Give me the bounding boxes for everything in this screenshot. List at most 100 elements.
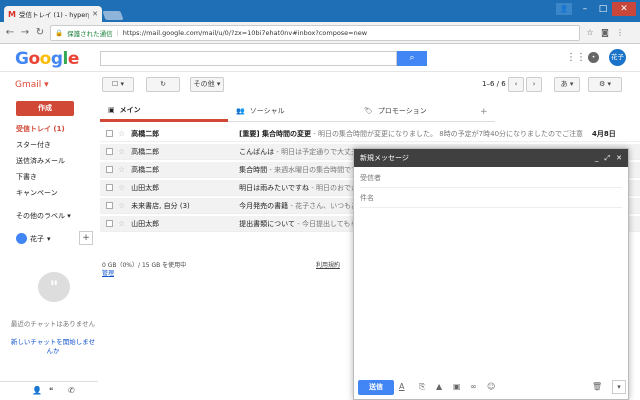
add-tab-plus-icon[interactable]: +: [480, 107, 488, 117]
next-page-button[interactable]: ›: [526, 77, 542, 92]
tab-title: 受信トレイ (1) - hyperpra: [18, 11, 89, 19]
row-checkbox[interactable]: [106, 148, 113, 155]
compose-window: 新規メッセージ _ ⤢ ✕ 受信者 件名 送信 A ⎘ ▲ ▣ ∞ ☺ 🗑 ▾: [353, 148, 629, 400]
settings-button[interactable]: ⚙ ▾: [588, 77, 622, 92]
gmail-menu[interactable]: Gmail ▾: [15, 80, 49, 90]
format-text-icon[interactable]: A: [399, 382, 404, 391]
more-options-button[interactable]: ▾: [612, 380, 626, 394]
refresh-icon: ↻: [160, 80, 166, 88]
send-button[interactable]: 送信: [358, 380, 394, 395]
star-icon[interactable]: ☆: [118, 201, 125, 210]
star-icon[interactable]: ☆: [118, 147, 125, 156]
secure-label: 保護された通信: [67, 30, 113, 38]
row-snippet: - 明日のおでか: [308, 183, 358, 192]
compose-button[interactable]: 作成: [16, 101, 74, 116]
more-actions-button[interactable]: その他 ▾: [190, 77, 224, 92]
contacts-icon[interactable]: 👤: [32, 386, 42, 395]
prev-page-button[interactable]: ‹: [508, 77, 524, 92]
row-snippet: - 明日は予定通りで大丈夫: [274, 147, 359, 156]
row-checkbox[interactable]: [106, 130, 113, 137]
message-body[interactable]: [360, 211, 622, 375]
select-checkbox-dropdown[interactable]: ☐ ▾: [102, 77, 134, 92]
maximize-button[interactable]: □: [592, 2, 614, 16]
photo-icon[interactable]: ▣: [453, 382, 461, 391]
notifications-icon[interactable]: •: [588, 52, 599, 63]
sidebar-item-drafts[interactable]: 下書き: [16, 172, 37, 182]
user-avatar-icon: [16, 233, 27, 244]
manage-storage-link[interactable]: 管理: [102, 268, 114, 277]
subject-field[interactable]: 件名: [360, 188, 622, 208]
to-field[interactable]: 受信者: [360, 168, 622, 188]
forward-arrow-icon[interactable]: →: [18, 25, 32, 41]
chevron-down-icon: ▾: [617, 383, 621, 391]
browser-tab[interactable]: M 受信トレイ (1) - hyperpra ✕: [4, 6, 102, 22]
tag-icon: 🏷: [364, 107, 373, 115]
input-tools-button[interactable]: あ ▾: [554, 77, 580, 92]
expand-icon[interactable]: ⤢: [605, 154, 611, 163]
row-sender: 高橋二郎: [131, 147, 160, 156]
inbox-icon: ▣: [108, 105, 115, 114]
row-sender: 未来書店, 自分 (3): [131, 201, 190, 210]
row-sender: 高橋二郎: [131, 165, 160, 174]
row-checkbox[interactable]: [106, 184, 113, 191]
star-icon[interactable]: ☆: [118, 219, 125, 228]
bookmark-star-icon[interactable]: ☆: [584, 27, 596, 39]
emoji-icon[interactable]: ☺: [487, 382, 495, 391]
row-checkbox[interactable]: [106, 202, 113, 209]
sidebar-item-sent[interactable]: 送信済みメール: [16, 156, 65, 166]
minimize-icon[interactable]: _: [595, 154, 599, 162]
trash-icon[interactable]: 🗑: [592, 382, 602, 391]
hangouts-icon[interactable]: ❝: [49, 386, 53, 395]
tab-primary[interactable]: ▣ メイン: [100, 100, 228, 122]
close-window-button[interactable]: ✕: [612, 2, 636, 16]
avatar[interactable]: 花子: [609, 49, 626, 66]
back-arrow-icon[interactable]: ←: [3, 25, 17, 41]
other-labels-toggle[interactable]: その他のラベル ▾: [16, 211, 71, 221]
start-chat-link[interactable]: 新しいチャットを開始しませんか: [10, 338, 96, 356]
tab-social[interactable]: 👥 ソーシャル: [228, 100, 356, 122]
search-input[interactable]: [100, 51, 397, 66]
no-chat-text: 最近のチャットはありません: [10, 320, 96, 328]
storage-usage: 0 GB（0%）/ 15 GB を使用中: [102, 262, 187, 269]
sidebar-item-starred[interactable]: スター付き: [16, 140, 51, 150]
lock-icon: 🔒: [55, 29, 64, 37]
phone-icon[interactable]: ✆: [68, 386, 75, 395]
new-tab-button[interactable]: [102, 11, 124, 20]
tab-promotions[interactable]: 🏷 プロモーション: [356, 100, 484, 122]
star-icon[interactable]: ☆: [118, 165, 125, 174]
sidebar-item-inbox[interactable]: 受信トレイ (1): [16, 124, 65, 134]
google-logo[interactable]: Google: [15, 49, 79, 69]
row-snippet: - 明日の集合時間が変更になりました。 8時の予定が7時40分になりましたのでご…: [311, 129, 584, 138]
search-button[interactable]: ⌕: [397, 51, 427, 66]
refresh-button[interactable]: ↻: [146, 77, 180, 92]
row-snippet: - 花子さん、いつもあ: [288, 201, 359, 210]
table-row[interactable]: ☆ 高橋二郎 [重要] 集合時間の変更 - 明日の集合時間が変更になりました。 8時…: [100, 126, 640, 142]
row-subject: [重要] 集合時間の変更 - 明日の集合時間が変更になりました。 8時の予定が7…: [239, 129, 584, 138]
menu-dots-icon[interactable]: ⋮: [614, 27, 626, 39]
attach-icon[interactable]: ⎘: [419, 382, 425, 392]
chat-bubble-icon: ": [38, 272, 70, 302]
profile-icon[interactable]: 👤: [556, 3, 572, 15]
people-icon: 👥: [236, 107, 245, 115]
row-checkbox[interactable]: [106, 220, 113, 227]
row-sender: 山田太郎: [131, 219, 160, 228]
row-snippet: - 今日提出してもら: [294, 219, 358, 228]
address-bar[interactable]: 🔒 保護された通信 | https://mail.google.com/mail…: [50, 25, 580, 41]
tab-close-icon[interactable]: ✕: [92, 10, 98, 18]
row-checkbox[interactable]: [106, 166, 113, 173]
terms-link[interactable]: 利用規約: [316, 260, 340, 269]
gmail-favicon-icon: M: [8, 9, 16, 19]
sidebar-item-campaign[interactable]: キャンペーン: [16, 188, 58, 198]
compose-title: 新規メッセージ: [360, 154, 409, 162]
star-icon[interactable]: ☆: [118, 129, 125, 138]
compose-header[interactable]: 新規メッセージ _ ⤢ ✕: [354, 149, 628, 167]
star-icon[interactable]: ☆: [118, 183, 125, 192]
close-icon[interactable]: ✕: [616, 154, 622, 162]
link-icon[interactable]: ∞: [470, 382, 477, 391]
hangouts-user[interactable]: 花子 ▾: [16, 233, 51, 244]
new-chat-plus-button[interactable]: +: [79, 231, 93, 245]
reload-icon[interactable]: ↻: [33, 25, 47, 41]
drive-icon[interactable]: ▲: [436, 382, 442, 391]
camera-icon[interactable]: ◙: [599, 27, 611, 39]
category-tabs: ▣ メイン 👥 ソーシャル 🏷 プロモーション: [100, 100, 495, 122]
